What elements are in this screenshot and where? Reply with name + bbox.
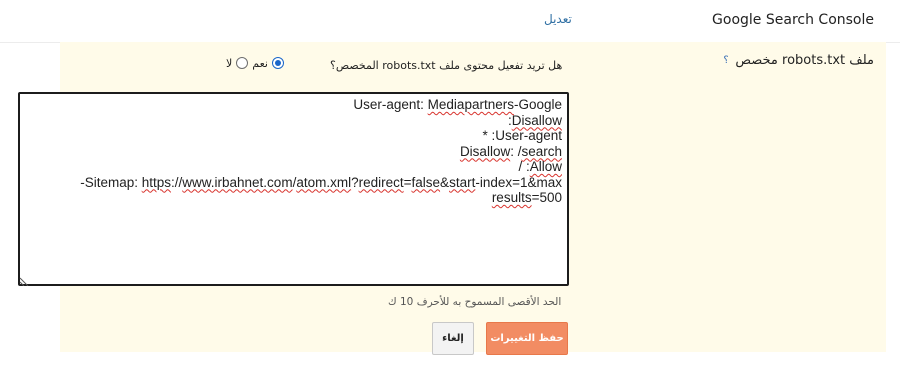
editor-text: & (440, 174, 450, 190)
editor-text: Allow (529, 159, 562, 174)
editor-text: -Google (513, 97, 562, 112)
editor-text: Mediapartners (427, 97, 514, 112)
enable-radio-group: لا نعم (224, 55, 286, 71)
save-changes-button[interactable]: حفظ التغييرات (486, 322, 568, 355)
editor-line: Sitemap: https://www.irbahnet.com/atom.x… (25, 175, 562, 191)
editor-text: start (449, 174, 476, 190)
gsc-row: Google Search Console تعديل (0, 0, 900, 43)
yes-label: نعم (252, 56, 268, 70)
editor-text: : / (518, 159, 530, 174)
editor-text: Disallow (511, 112, 562, 128)
editor-text: results (491, 190, 532, 205)
yes-radio[interactable] (271, 57, 284, 69)
edit-link[interactable]: تعديل (544, 12, 572, 26)
editor-text: redirect (358, 174, 404, 190)
editor-text: ? (351, 174, 359, 190)
editor-line: Allow: / (25, 159, 562, 175)
editor-text: = (403, 174, 412, 190)
editor-text: false (411, 174, 441, 190)
no-radio[interactable] (236, 57, 249, 69)
editor-text: Disallow (459, 143, 511, 159)
editor-text: : / (510, 143, 522, 159)
editor-line: Disallow: (25, 113, 562, 129)
editor-text: https (141, 174, 171, 190)
editor-text: www.irbahnet.com (182, 174, 293, 190)
editor-line: Disallow: /search (25, 144, 562, 160)
question-mark-icon[interactable]: ؟ (721, 56, 731, 66)
enable-question: هل تريد تفعيل محتوى ملف robots.txt المخص… (330, 59, 563, 72)
resize-grip-icon[interactable] (19, 276, 29, 286)
row-title: Google Search Console (712, 12, 874, 28)
editor-text: :// (171, 174, 183, 190)
editor-text: atom.xml (296, 174, 352, 190)
robots-txt-textarea[interactable]: User-agent: Mediapartners-Google Disallo… (18, 92, 569, 286)
robots-label: ملف robots.txt مخصص (735, 53, 874, 68)
editor-text: Sitemap: (84, 174, 142, 190)
editor-text: =500 (531, 190, 562, 205)
editor-line: User-agent: * (482, 128, 562, 143)
no-label: لا (226, 56, 233, 70)
editor-line: results=500 (25, 190, 562, 206)
editor-text: User-agent: (353, 97, 428, 112)
settings-page: Google Search Console تعديل ملف robots.t… (0, 0, 900, 377)
editor-line: User-agent: Mediapartners-Google (25, 97, 562, 113)
cancel-button[interactable]: إلغاء (432, 322, 474, 355)
editor-text: search (521, 143, 562, 159)
char-limit-note: الحد الأقصى المسموح به للأحرف 10 ك (388, 296, 562, 308)
